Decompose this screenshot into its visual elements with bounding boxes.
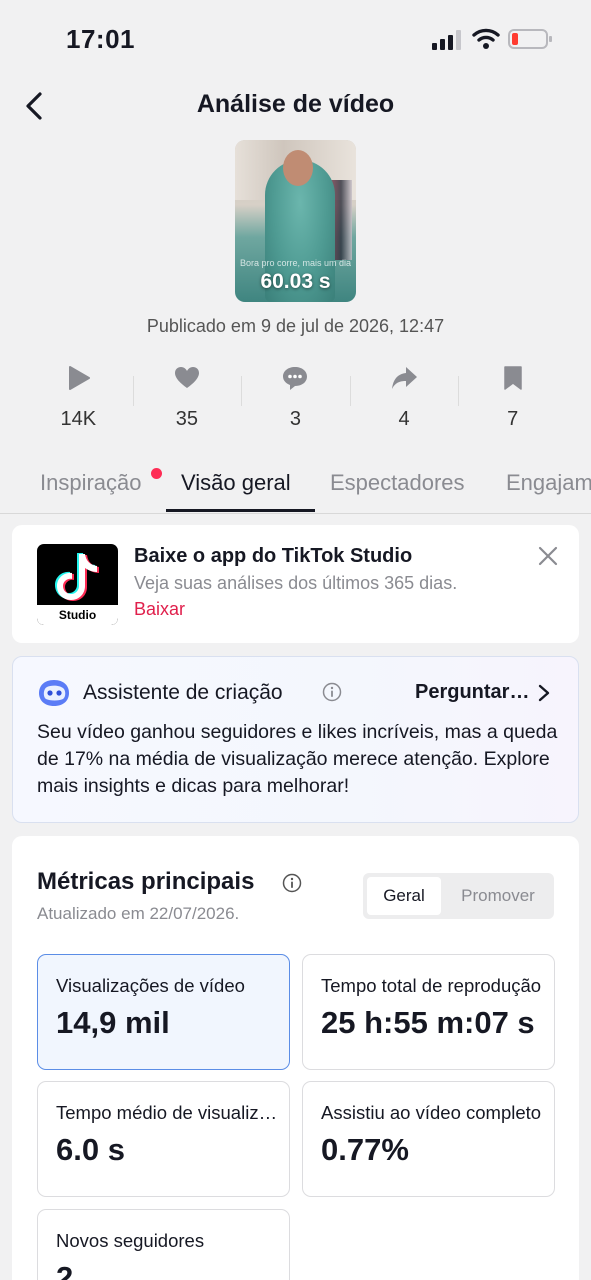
key-metrics-card: Métricas principais Atualizado em 22/07/… — [12, 836, 579, 1280]
stat-likes-value: 35 — [175, 408, 199, 430]
creator-assistant-card[interactable]: Assistente de criação Perguntar… Seu víd… — [12, 656, 579, 823]
stat-saves: 7 — [458, 362, 567, 438]
metric-label: Assistiu ao vídeo completo — [321, 1102, 542, 1123]
tab-visao-geral[interactable]: Visão geral — [181, 470, 291, 496]
metric-value: 2 — [56, 1260, 74, 1280]
thumbnail-caption: Bora pro corre, mais um dia — [239, 258, 352, 268]
metric-label: Novos seguidores — [56, 1230, 205, 1251]
metric-value: 25 h:55 m:07 s — [321, 1005, 535, 1040]
download-link[interactable]: Baixar — [134, 599, 185, 620]
stat-comments: 3 — [241, 362, 350, 438]
stat-likes: 35 — [132, 362, 242, 438]
stat-views: 14K — [24, 362, 133, 438]
video-thumbnail[interactable]: Bora pro corre, mais um dia 60.03 s — [235, 140, 356, 302]
stat-shares-value: 4 — [398, 408, 410, 430]
share-icon — [392, 367, 418, 389]
metric-average-watch-time[interactable]: Tempo médio de visualização 6.0 s — [37, 1081, 290, 1197]
assistant-title: Assistente de criação — [83, 681, 283, 704]
studio-logo-label: Studio — [37, 605, 118, 625]
thumbnail-head — [283, 150, 313, 186]
metric-new-followers[interactable]: Novos seguidores 2 — [37, 1209, 290, 1280]
chevron-right-icon[interactable] — [537, 683, 551, 703]
tab-espectadores[interactable]: Espectadores — [330, 470, 465, 496]
info-icon[interactable] — [322, 682, 342, 702]
metric-label: Visualizações de vídeo — [56, 975, 245, 996]
metrics-title: Métricas principais — [37, 868, 255, 895]
metrics-updated-date: Atualizado em 22/07/2026. — [37, 904, 240, 923]
published-date: Publicado em 9 de jul de 2026, 12:47 — [146, 316, 445, 336]
tab-engajamento[interactable]: Engajamento — [506, 470, 591, 496]
ask-assistant-button[interactable]: Perguntar… — [415, 681, 529, 704]
metric-value: 0.77% — [321, 1132, 409, 1167]
status-bar: 17:01 — [0, 0, 591, 80]
download-studio-card: Studio Baixe o app do TikTok Studio Veja… — [12, 525, 579, 643]
metrics-segment-control: Geral Promover — [363, 873, 554, 919]
engagement-stats: 14K 35 3 4 7 — [24, 362, 567, 438]
cellular-signal-icon — [432, 30, 461, 50]
tiktok-note-icon — [55, 553, 99, 601]
comment-icon — [283, 367, 308, 390]
metric-label: Tempo total de reprodução — [321, 975, 542, 996]
metric-label: Tempo médio de visualização — [56, 1102, 278, 1123]
analytics-tabs: Inspiração Visão geral Espectadores Enga… — [0, 456, 591, 514]
stat-shares: 4 — [349, 362, 459, 438]
assistant-message: Seu vídeo ganhou seguidores e likes incr… — [37, 721, 558, 797]
heart-icon — [174, 367, 199, 388]
download-card-subtitle: Veja suas análises dos últimos 365 dias. — [134, 573, 458, 593]
assistant-bot-icon — [39, 680, 69, 706]
nav-bar: Análise de vídeo — [0, 80, 591, 132]
tab-notification-dot — [151, 468, 162, 479]
metric-watched-full-video[interactable]: Assistiu ao vídeo completo 0.77% — [302, 1081, 555, 1197]
metric-value: 6.0 s — [56, 1132, 125, 1167]
video-duration: 60.03 s — [260, 270, 331, 293]
stat-saves-value: 7 — [507, 408, 519, 430]
stat-comments-value: 3 — [289, 408, 302, 430]
play-icon — [69, 366, 91, 390]
tab-inspiracao[interactable]: Inspiração — [40, 470, 142, 496]
stat-views-value: 14K — [60, 408, 97, 430]
tiktok-studio-logo: Studio — [37, 544, 118, 625]
segment-geral[interactable]: Geral — [367, 877, 441, 915]
active-tab-indicator — [166, 509, 315, 512]
status-time: 17:01 — [66, 24, 135, 54]
metric-total-play-time[interactable]: Tempo total de reprodução 25 h:55 m:07 s — [302, 954, 555, 1070]
page-title: Análise de vídeo — [196, 90, 395, 118]
battery-icon — [508, 29, 552, 49]
segment-promover[interactable]: Promover — [445, 877, 551, 915]
close-icon[interactable] — [537, 545, 559, 567]
info-icon[interactable] — [282, 873, 302, 893]
bookmark-icon — [503, 366, 522, 390]
metric-video-views[interactable]: Visualizações de vídeo 14,9 mil — [37, 954, 290, 1070]
metric-value: 14,9 mil — [56, 1005, 170, 1040]
wifi-icon — [472, 28, 500, 49]
download-card-title: Baixe o app do TikTok Studio — [134, 545, 413, 567]
